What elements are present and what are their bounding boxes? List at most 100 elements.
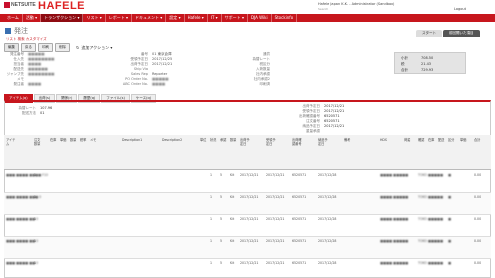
grid-cell-unit: 1: [210, 261, 213, 265]
grid-header-cell[interactable]: 合計: [474, 138, 484, 142]
grid-header-cell[interactable]: 備考: [344, 138, 354, 142]
recent-tabs: スタート 前回開いた項目: [415, 30, 480, 37]
grid-cell-deliv_date: 2017/12/28: [318, 261, 337, 265]
grid-header-cell[interactable]: 注文 数量: [34, 138, 44, 146]
grid-header-cell[interactable]: 区分: [448, 138, 458, 142]
panel-value: 107.96: [40, 106, 53, 110]
nav-item-1[interactable]: 活動 ▾: [23, 14, 42, 22]
field-value: ■■■■: [28, 62, 42, 66]
panel-fields-left: 為替レート 107.96 配送方法 01: [12, 106, 53, 116]
grid-cell-flag: Kit: [230, 239, 235, 243]
netsuite-mark-icon: [4, 2, 10, 8]
refresh-icon: ↻: [76, 45, 80, 50]
table-row[interactable]: ■■■ ■■■■ ■■■ 0 1 1 5 Kit 2017/12/21 2017/12/21…: [4, 193, 491, 215]
form-mid: 番号 01 東京倉庫 受領予定日 2017/12/25 出荷予定日 2017/12/21 S…: [118, 52, 172, 87]
grid-cell-qty: 1: [34, 217, 37, 221]
nav-item-5[interactable]: ドキュメント ▾: [132, 14, 167, 22]
global-search[interactable]: Search: [318, 7, 328, 11]
nav-item-3[interactable]: リスト ▾: [83, 14, 106, 22]
panel-label: 配送方法: [22, 111, 36, 115]
grid-header-cell[interactable]: 数量: [230, 138, 240, 142]
field-value: ■■■■■■■■: [28, 72, 55, 76]
grid-header-cell[interactable]: メモ: [90, 138, 100, 142]
grid-cell-confirm: 6520571: [292, 261, 307, 265]
print-button[interactable]: 印刷: [38, 43, 53, 52]
account-info[interactable]: Hafele Japan K.K. - Administrator (Sandb…: [318, 2, 394, 6]
grid-cell-ship_date: 2017/12/21: [240, 173, 259, 177]
table-row[interactable]: ■■■ ■■■■ ■■ 0 1 1 5 Kit 2017/12/21 2017/12/21 6…: [4, 237, 491, 259]
grid-header-cell[interactable]: 単価: [60, 138, 70, 142]
nav-item-4[interactable]: レポート ▾: [106, 14, 133, 22]
grid-header-cell[interactable]: 単位: [200, 138, 210, 142]
grid-header-cell[interactable]: 納品予定日: [318, 138, 328, 146]
form-right: 通貨 為替レート 税区分 入荷数量 社内承認 社内承認2 印刷済: [240, 52, 274, 87]
grid-cell-code: ■: [448, 173, 452, 177]
grid-header-cell[interactable]: 荷姿: [404, 138, 414, 142]
table-row[interactable]: ■■■ ■■■■ ■■ 0 1 1 5 Kit 2017/12/21 2017/12/21 6…: [4, 215, 491, 237]
panel-value: 2017/12/21: [324, 104, 345, 108]
nav-item-2[interactable]: トランザクション ▾: [41, 14, 84, 22]
form-row: 印刷済: [240, 82, 274, 87]
table-row[interactable]: ■■■ ■■■■ ■■ 0 1 1 5 Kit 2017/12/21 2017/12/21 6…: [4, 259, 491, 278]
grid-header-cell[interactable]: 承認: [220, 138, 230, 142]
grid-header-cell[interactable]: 受領予定日: [266, 138, 276, 146]
grid-header-cell[interactable]: 数量: [70, 138, 80, 142]
grid-cell-recv_date: 2017/12/21: [266, 239, 285, 243]
field-value: ■■■■■: [152, 77, 169, 81]
grid-cell-confirm: 6520571: [292, 195, 307, 199]
field-value: 2017/12/21: [152, 62, 173, 66]
nav-item-10[interactable]: DJA Wiki: [248, 14, 272, 22]
grid-header-cell[interactable]: Description2: [162, 138, 182, 142]
grid-cell-code: ■: [448, 217, 452, 221]
grid-cell-recv_date: 2017/12/21: [266, 261, 285, 265]
form-row: ABC Order No. ■■■■: [118, 82, 172, 87]
table-row[interactable]: ■■■ ■■■■ ■■■■ F10 1 1 5 Kit 2017/12/21 2017/12…: [4, 171, 491, 193]
breadcrumb[interactable]: リスト 検索 カスタマイズ: [6, 37, 47, 42]
grid-header-cell[interactable]: 出荷確認番号: [292, 138, 302, 146]
grid-header-cell[interactable]: HDS: [380, 138, 390, 142]
grid-cell-price: 0.00: [474, 217, 482, 221]
panel-value: 2017/12/21: [324, 109, 345, 113]
field-label: 印刷済: [259, 82, 271, 86]
grid-header-cell[interactable]: アイテム: [6, 138, 16, 146]
more-actions-label: 追加アクション ▾: [81, 44, 113, 50]
action-buttons: 編集 戻る 印刷 削除 ↻ 追加アクション ▾: [4, 43, 112, 52]
grid-header-cell[interactable]: 確認: [418, 138, 428, 142]
back-button[interactable]: 戻る: [21, 43, 36, 52]
nav-item-7[interactable]: Hafele ▾: [185, 14, 208, 22]
edit-button[interactable]: 編集: [4, 43, 19, 52]
field-label: 発注者: [13, 82, 25, 86]
logout-link[interactable]: Logout: [454, 7, 466, 11]
delete-button[interactable]: 削除: [55, 43, 70, 52]
tab-start[interactable]: スタート: [416, 30, 442, 37]
grid-cell-ship_date: 2017/12/21: [240, 261, 259, 265]
grid-cell-flag: Kit: [230, 195, 235, 199]
grid-header-cell[interactable]: 状況: [210, 138, 220, 142]
tab-recent[interactable]: 前回開いた項目: [443, 30, 480, 37]
grid-header-cell[interactable]: 配送: [438, 138, 448, 142]
grid-header-cell[interactable]: Description1: [122, 138, 142, 142]
grid-header-cell[interactable]: 在庫: [428, 138, 438, 142]
panel-value: 6520571: [324, 114, 340, 118]
grid-header-cell[interactable]: 税率: [80, 138, 90, 142]
summary-box: 小計 708.50 税 21.43 合計 729.93: [394, 52, 466, 74]
nav-item-11[interactable]: Stockinfo: [272, 14, 298, 22]
grid-cell-price: 0.00: [474, 173, 482, 177]
grid-header-cell[interactable]: 出荷予定日: [240, 138, 250, 146]
grid-cell-label: TOKO ■■■■■: [418, 195, 443, 199]
panel-value: 01: [40, 111, 45, 115]
nav-item-6[interactable]: 設定 ▾: [166, 14, 185, 22]
grid-header-cell[interactable]: 単価: [460, 138, 470, 142]
nav-item-9[interactable]: サポート ▾: [222, 14, 248, 22]
panel-row: 重量承認: [290, 129, 344, 134]
grid-header-cell[interactable]: 在庫: [50, 138, 60, 142]
grid-cell-flag: Kit: [230, 217, 235, 221]
grid-cell-ship_date: 2017/12/21: [240, 195, 259, 199]
summary-label: 小計: [401, 56, 408, 60]
grid-cell-confirm: 6520571: [292, 173, 307, 177]
grid-cell-tax: 5: [220, 239, 223, 243]
nav-item-0[interactable]: ホーム: [4, 14, 23, 22]
more-actions-menu[interactable]: ↻ 追加アクション ▾: [76, 43, 112, 52]
netsuite-logo[interactable]: NETSUITE: [4, 2, 36, 8]
nav-item-8[interactable]: IT ▾: [208, 14, 222, 22]
